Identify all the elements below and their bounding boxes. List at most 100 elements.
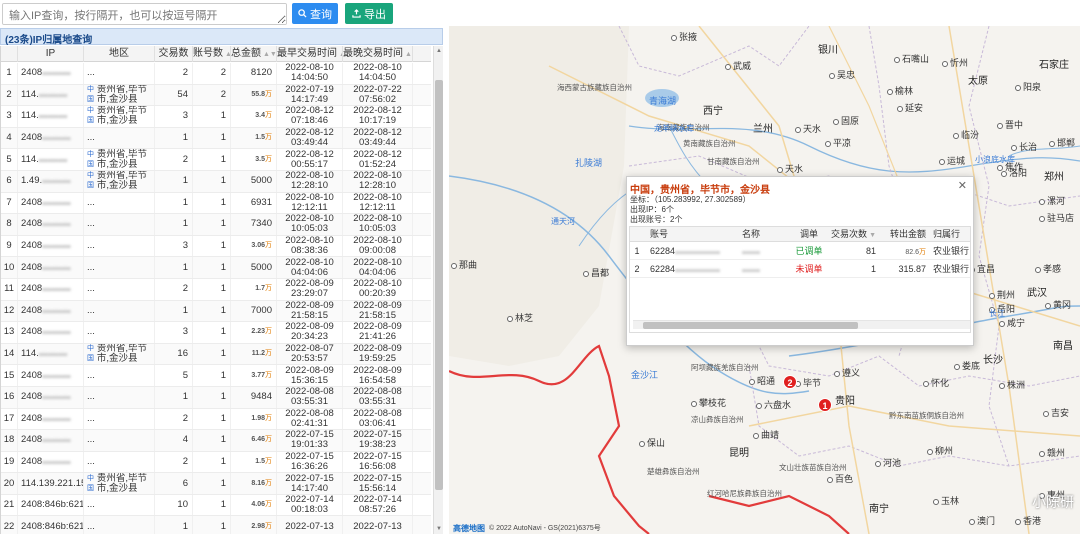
header-out-amount[interactable]: 转出金额 [880,227,930,241]
area-cell: ... [84,408,155,430]
table-row[interactable]: 17 2408 ▬▬▬ ... 2 1 1.98万 2022-08-08 02:41… [1,408,431,431]
isp-tag: 中国 [87,85,94,103]
scrollbar-thumb[interactable] [643,322,858,329]
header-ip[interactable]: IP [18,46,84,62]
vertical-scrollbar[interactable]: ▲ ▼ [433,46,443,534]
table-row[interactable]: 11 2408 ▬▬▬ ... 2 1 1.7万 2022-08-09 23:29:… [1,278,431,301]
table-row[interactable]: 9 2408 ▬▬▬ ... 3 1 3.06万 2022-08-10 08:38:… [1,235,431,258]
earliest-time-cell: 2022-07-15 14:17:40 [277,473,343,494]
area-cell: 中国 贵州省,毕节市,金沙县 [84,149,155,170]
earliest-time-cell: 2022-08-10 10:05:03 [277,214,343,235]
table-row[interactable]: 13 2408 ▬▬▬ ... 3 1 2.23万 2022-08-09 20:34… [1,322,431,344]
map-view[interactable]: 张掖 银川 石嘴山 太原 石家庄 武威 吴忠 榆林 忻州 阳泉 海西蒙古族藏族自… [449,26,1080,534]
scroll-down-icon[interactable]: ▼ [434,524,444,534]
table-row[interactable]: 1 2408 ▬▬▬ ... 2 2 8120 2022-08-10 14:04:5… [1,63,431,85]
scroll-up-icon[interactable]: ▲ [434,46,444,56]
header-card[interactable]: 账号 [644,227,739,241]
map-marker[interactable]: 2 [783,375,797,389]
amount-value: 7340 [250,218,272,230]
sort-icon[interactable]: ▼ [869,232,876,239]
table-row[interactable]: 22 2408:846b:6211 ... 1 1 2.98万 2022-07-… [1,516,431,534]
table-row[interactable]: 20 114.139.221.156 中国贵州省,毕节市,金沙县 6 1 8.1… [1,473,431,495]
table-row[interactable]: 21 2408:846b:6210:5 ... 10 1 4.06万 2022-… [1,494,431,517]
bank-cell: 农业银行 [933,264,970,274]
header-name[interactable]: 名称 [739,227,787,241]
map-region-label: 海西蒙古族藏族自治州 [557,83,632,92]
area-cell: ... [84,63,155,84]
table-row[interactable]: 5 114. ▬▬▬ 中国 贵州省,毕节市,金沙县 2 1 3.5万 2022-08… [1,149,431,171]
header-earliest[interactable]: 最早交易时间▲▼ [277,46,343,62]
map-city-label: 昭通 [749,374,775,387]
latest-time-cell: 2022-08-10 00:20:39 [343,278,413,300]
latest-time-cell: 2022-07-14 08:57:26 [343,494,413,516]
map-city-label: 黄冈 [1045,298,1071,311]
earliest-time-cell: 2022-08-10 14:04:50 [277,63,343,84]
row-number: 13 [1,322,18,343]
table-row[interactable]: 10 2408 ▬▬▬ ... 1 1 5000 2022-08-10 04:04:… [1,257,431,279]
header-amount[interactable]: 总金额 ▲▼ [231,46,277,62]
map-river-label: 长江 [989,309,1005,318]
account-count-cell: 1 [193,127,231,149]
table-row[interactable]: 15 2408 ▬▬▬ ... 5 1 3.77万 2022-08-09 15:36… [1,365,431,387]
table-row[interactable]: 19 2408 ▬▬▬ ... 2 1 1.5万 2022-07-15 16:36:… [1,451,431,474]
table-row[interactable]: 8 2408 ▬▬▬ ... 1 1 7340 2022-08-10 10:05:0… [1,214,431,236]
area-cell: ... [84,516,155,534]
map-city-label: 洛阳 [1001,166,1027,179]
earliest-time-cell: 2022-07-14 00:18:03 [277,494,343,516]
header-accounts[interactable]: 账号数▲▼ [193,46,231,62]
latest-time-cell: 2022-08-10 09:00:08 [343,235,413,257]
flag-cell[interactable]: 未调单 [787,260,831,277]
account-count-cell: 1 [193,235,231,257]
ip-cell: 2408 ▬▬▬ [18,430,84,451]
sort-icon[interactable]: ▲▼ [405,51,412,58]
account-count-cell: 1 [193,365,231,386]
query-button[interactable]: 查询 [292,3,338,24]
table-row[interactable]: 16 2408 ▬▬▬ ... 1 1 9484 2022-08-08 03:55:… [1,386,431,409]
amount-cell: 3.5万 [231,149,277,170]
map-region-label: 甘南藏族自治州 [707,157,760,166]
table-row[interactable]: 6 1.49. ▬▬▬ 中国 贵州省,毕节市,金沙县 1 1 5000 2022-0… [1,170,431,193]
popup-table-row[interactable]: 1 62284▬▬▬▬▬ ▬▬ 已调单 81 82.6万 农业银行 [630,242,970,260]
ip-cell: 114. ▬▬▬ [18,149,84,170]
horizontal-scrollbar[interactable] [633,320,970,329]
header-flag[interactable]: 调单 [787,227,831,241]
table-row[interactable]: 18 2408 ▬▬▬ ... 4 1 6.46万 2022-07-15 19:01… [1,430,431,452]
ip-search-input[interactable] [2,3,287,25]
isp-tag: 中国 [87,172,94,190]
row-number: 4 [1,127,18,149]
table-row[interactable]: 12 2408 ▬▬▬ ... 1 1 7000 2022-08-09 21:58:… [1,300,431,323]
area-cell: ... [84,257,155,278]
sort-icon[interactable]: ▲▼ [263,51,276,58]
scrollbar-thumb[interactable] [435,80,443,490]
map-region-label: 凉山彝族自治州 [691,415,744,424]
header-area[interactable]: 地区 [84,46,155,62]
table-row[interactable]: 4 2408 ▬▬▬ ... 1 1 1.5万 2022-08-12 03:49:4… [1,127,431,150]
map-region-label: 黔东南苗族侗族自治州 [889,411,964,420]
latest-time-cell: 2022-08-10 10:05:03 [343,214,413,235]
map-marker[interactable]: 1 [818,398,832,412]
ip-cell: 114. ▬▬▬ [18,106,84,127]
row-number: 8 [1,214,18,235]
earliest-time-cell: 2022-08-12 07:18:46 [277,106,343,127]
popup-table-row[interactable]: 2 62284▬▬▬▬▬ ▬▬ 未调单 1 315.87 农业银行 [630,260,970,278]
header-bank[interactable]: 归属行 [930,227,970,241]
name-cell: ▬▬ [739,260,787,277]
amount-value: 3.77万 [251,371,272,379]
header-tx-count[interactable]: 交易次数 ▼ [831,227,880,241]
row-number: 15 [1,365,18,386]
table-row[interactable]: 2 114. ▬▬▬ 中国 贵州省,毕节市,金沙县 54 2 55.8万 2022-… [1,84,431,107]
table-row[interactable]: 7 2408 ▬▬▬ ... 1 1 6931 2022-08-10 12:12:1… [1,192,431,215]
map-city-label: 吉安 [1043,406,1069,419]
tx-count-cell: 3 [155,235,193,257]
tx-count-cell: 1 [155,386,193,408]
flag-cell[interactable]: 已调单 [787,242,831,259]
table-row[interactable]: 3 114. ▬▬▬ 中国 贵州省,毕节市,金沙县 3 1 3.4万 2022-08… [1,106,431,128]
row-number: 6 [1,170,18,192]
export-button[interactable]: 导出 [345,3,393,24]
close-icon[interactable]: ✕ [958,179,967,192]
header-count[interactable]: 交易数 [155,46,193,62]
table-row[interactable]: 14 114. ▬▬▬ 中国 贵州省,毕节市,金沙县 16 1 11.2万 2022… [1,343,431,366]
header-latest[interactable]: 最晚交易时间▲▼ [343,46,413,62]
area-cell: 中国 贵州省,毕节市,金沙县 [84,343,155,365]
amount-value: 4.06万 [251,501,272,509]
